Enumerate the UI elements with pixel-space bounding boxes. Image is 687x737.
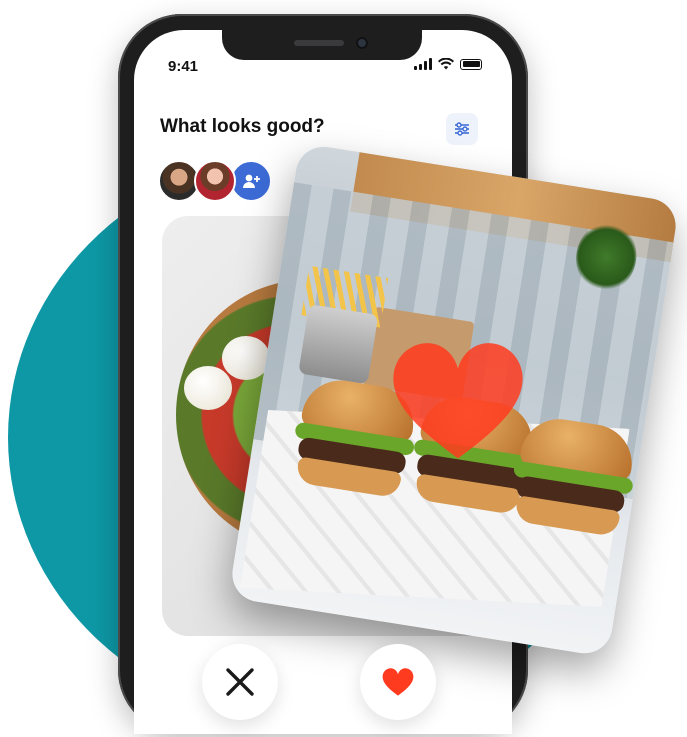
close-x-icon bbox=[226, 668, 254, 696]
fries-cup-image bbox=[298, 304, 379, 385]
phone-notch bbox=[222, 30, 422, 60]
add-friend-button[interactable] bbox=[230, 160, 272, 202]
like-button[interactable] bbox=[360, 644, 436, 720]
heart-icon bbox=[382, 668, 414, 696]
add-person-icon bbox=[243, 174, 260, 188]
status-icons bbox=[414, 58, 482, 70]
front-camera bbox=[356, 37, 368, 49]
battery-icon bbox=[460, 58, 482, 70]
filter-button[interactable] bbox=[446, 113, 478, 145]
dislike-button[interactable] bbox=[202, 644, 278, 720]
heart-icon bbox=[393, 343, 523, 459]
page-title: What looks good? bbox=[160, 116, 325, 137]
group-avatars bbox=[158, 160, 272, 202]
wifi-icon bbox=[438, 58, 454, 70]
sliders-icon bbox=[455, 122, 469, 136]
egg-image bbox=[184, 366, 232, 410]
speaker-grille bbox=[294, 40, 344, 46]
status-time: 9:41 bbox=[168, 58, 199, 75]
cellular-signal-icon bbox=[414, 58, 432, 70]
avatar[interactable] bbox=[194, 160, 236, 202]
